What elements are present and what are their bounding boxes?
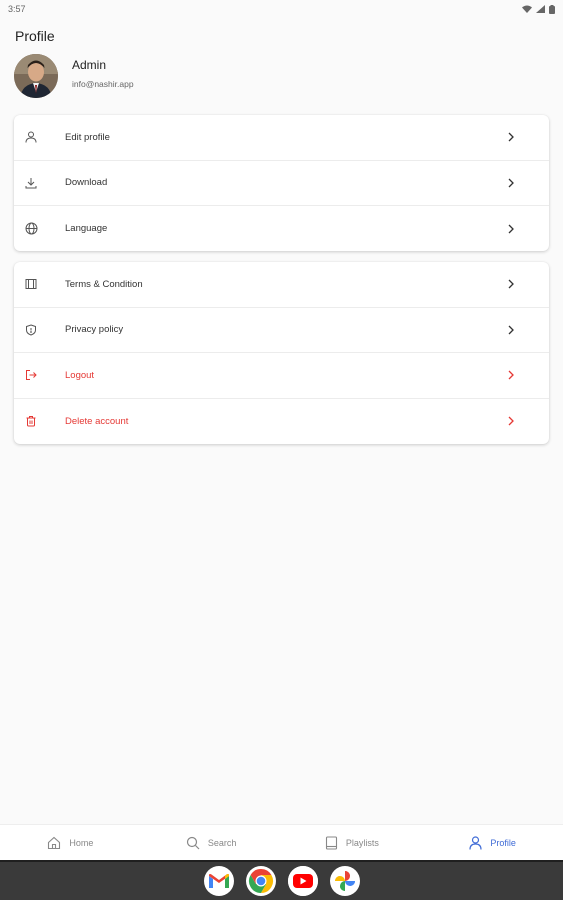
status-icons [522,4,555,14]
globe-icon [24,222,38,236]
profile-header: Admin info@nashir.app [14,53,134,99]
settings-card-general: Edit profile Download Language [14,115,549,251]
menu-item-label: Language [65,223,108,235]
status-bar: 3:57 [0,0,563,18]
menu-item-label: Edit profile [65,131,110,143]
menu-item-logout[interactable]: Logout [14,353,549,399]
menu-item-edit-profile[interactable]: Edit profile [14,115,549,161]
nav-item-profile[interactable]: Profile [422,835,563,850]
trash-icon [24,414,38,428]
nav-item-home[interactable]: Home [0,836,141,850]
nav-item-label: Search [207,837,237,848]
logout-icon [24,368,38,382]
chevron-right-icon [505,324,517,336]
nav-item-search[interactable]: Search [141,836,282,850]
nav-item-label: Home [69,837,94,848]
shield-icon [24,323,38,337]
menu-item-download[interactable]: Download [14,161,549,206]
chevron-right-icon [505,278,517,290]
menu-item-label: Download [65,177,108,189]
signal-icon [536,5,545,13]
menu-item-label: Logout [65,369,95,381]
menu-item-delete-account[interactable]: Delete account [14,399,549,445]
status-time: 3:57 [8,4,26,14]
playlist-icon [325,835,337,850]
person-icon [469,835,482,850]
search-icon [186,836,200,849]
chevron-right-icon [505,131,517,143]
gmail-icon[interactable] [203,866,234,896]
nav-item-label: Profile [490,837,516,848]
chevron-right-icon [505,223,517,235]
menu-item-label: Delete account [65,415,129,427]
profile-info: Admin info@nashir.app [72,58,134,89]
menu-item-language[interactable]: Language [14,206,549,252]
chevron-right-icon [505,369,517,381]
bottom-nav: Home Search Playlists Profile [0,824,563,860]
menu-item-label: Terms & Condition [65,278,143,290]
book-icon [24,277,38,291]
home-icon [48,836,61,849]
profile-email: info@nashir.app [72,78,134,89]
battery-icon [549,4,555,14]
menu-item-terms[interactable]: Terms & Condition [14,262,549,308]
menu-item-label: Privacy policy [65,324,124,336]
chevron-right-icon [505,177,517,189]
avatar[interactable] [14,54,58,98]
nav-item-label: Playlists [345,837,379,848]
system-taskbar [0,860,563,900]
person-icon [24,130,38,144]
menu-item-privacy[interactable]: Privacy policy [14,308,549,353]
page-title: Profile [15,28,55,44]
nav-item-playlists[interactable]: Playlists [282,835,423,850]
photos-icon[interactable] [329,866,360,896]
download-icon [24,176,38,190]
wifi-icon [522,5,532,13]
youtube-icon[interactable] [287,866,318,896]
chrome-icon[interactable] [245,866,276,896]
profile-name: Admin [72,57,107,72]
settings-card-account: Terms & Condition Privacy policy Logout … [14,262,549,444]
chevron-right-icon [505,415,517,427]
